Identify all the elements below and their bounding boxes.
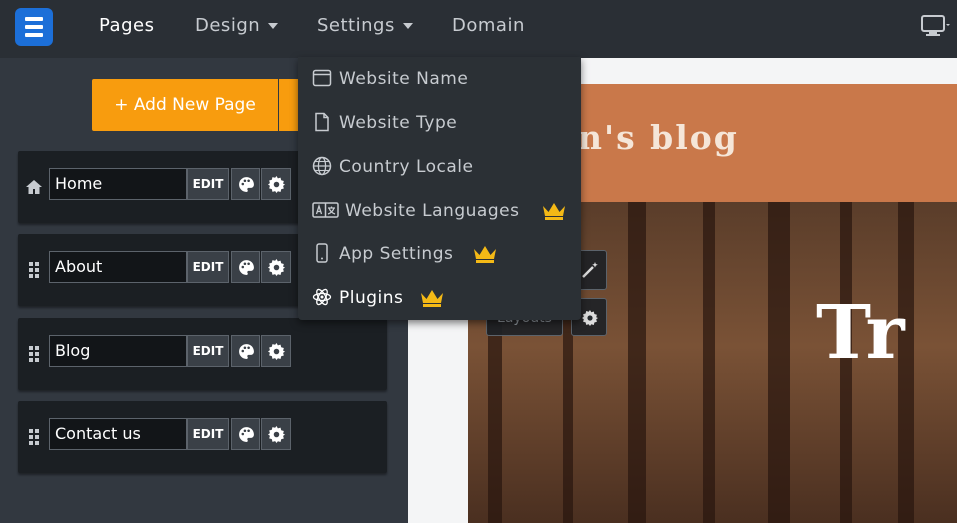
nav-settings[interactable]: Settings <box>317 0 413 52</box>
edit-page-button[interactable]: EDIT <box>187 418 229 450</box>
nav-settings-label: Settings <box>317 15 395 36</box>
menu-item-label: Website Languages <box>345 201 520 221</box>
palette-icon <box>239 344 254 359</box>
menu-item-website-name[interactable]: Website Name <box>298 57 581 101</box>
page-name-input-home[interactable]: Home <box>49 168 187 200</box>
mobile-icon <box>316 243 328 263</box>
menu-item-app-settings[interactable]: App Settings <box>298 232 581 276</box>
nav-domain-label: Domain <box>452 15 525 36</box>
gear-icon <box>268 426 285 443</box>
crown-icon <box>543 203 565 220</box>
crown-icon <box>421 290 443 307</box>
chevron-down-icon <box>268 23 279 29</box>
crown-icon <box>474 246 496 263</box>
menu-item-country-locale[interactable]: Country Locale <box>298 145 581 189</box>
drag-handle-icon[interactable] <box>26 427 42 447</box>
edit-page-button[interactable]: EDIT <box>187 251 229 283</box>
edit-page-button[interactable]: EDIT <box>187 168 229 200</box>
page-row-blog: Blog EDIT <box>18 318 387 390</box>
page-design-button[interactable] <box>231 168 260 200</box>
atom-icon <box>312 288 332 306</box>
document-icon <box>315 112 329 132</box>
home-icon <box>26 180 42 194</box>
gear-icon <box>582 310 598 326</box>
menu-item-label: Country Locale <box>339 157 474 177</box>
menu-item-label: App Settings <box>339 244 454 264</box>
gear-icon <box>268 259 285 276</box>
browser-window-icon <box>312 69 332 87</box>
settings-dropdown-menu: Website Name Website Type Country Locale… <box>298 57 581 320</box>
chevron-down-icon <box>402 23 413 29</box>
palette-icon <box>239 177 254 192</box>
magic-wand-icon <box>582 262 598 278</box>
nav-pages-label: Pages <box>99 15 155 36</box>
nav-pages[interactable]: Pages <box>99 0 154 52</box>
globe-icon <box>312 156 332 176</box>
menu-item-plugins[interactable]: Plugins <box>298 276 581 320</box>
page-settings-button[interactable] <box>261 335 291 367</box>
menu-item-website-type[interactable]: Website Type <box>298 101 581 145</box>
language-icon <box>312 202 339 218</box>
palette-icon <box>239 427 254 442</box>
gear-icon <box>268 176 285 193</box>
page-design-button[interactable] <box>231 335 260 367</box>
page-settings-button[interactable] <box>261 251 291 283</box>
site-builder-logo-icon[interactable] <box>15 8 53 46</box>
drag-handle-icon[interactable] <box>26 344 42 364</box>
menu-item-label: Plugins <box>339 288 404 308</box>
page-design-button[interactable] <box>231 251 260 283</box>
menu-item-label: Website Type <box>339 113 458 133</box>
nav-design[interactable]: Design <box>195 0 279 52</box>
drag-handle-icon[interactable] <box>26 260 42 280</box>
top-bar: Pages Design Settings Domain <box>0 0 957 58</box>
gear-icon <box>268 343 285 360</box>
menu-item-label: Website Name <box>339 69 469 89</box>
nav-design-label: Design <box>195 15 261 36</box>
page-name-input-blog[interactable]: Blog <box>49 335 187 367</box>
menu-item-website-languages[interactable]: Website Languages <box>298 189 581 233</box>
nav-domain[interactable]: Domain <box>452 0 525 52</box>
edit-page-button[interactable]: EDIT <box>187 335 229 367</box>
desktop-icon[interactable] <box>920 14 950 38</box>
page-design-button[interactable] <box>231 418 260 450</box>
add-new-page-button[interactable]: + Add New Page <box>92 79 278 131</box>
page-name-input-contact-us[interactable]: Contact us <box>49 418 187 450</box>
palette-icon <box>239 260 254 275</box>
page-name-input-about[interactable]: About <box>49 251 187 283</box>
page-settings-button[interactable] <box>261 418 291 450</box>
page-settings-button[interactable] <box>261 168 291 200</box>
hero-heading: Tr <box>816 290 905 376</box>
page-row-contact-us: Contact us EDIT <box>18 401 387 473</box>
